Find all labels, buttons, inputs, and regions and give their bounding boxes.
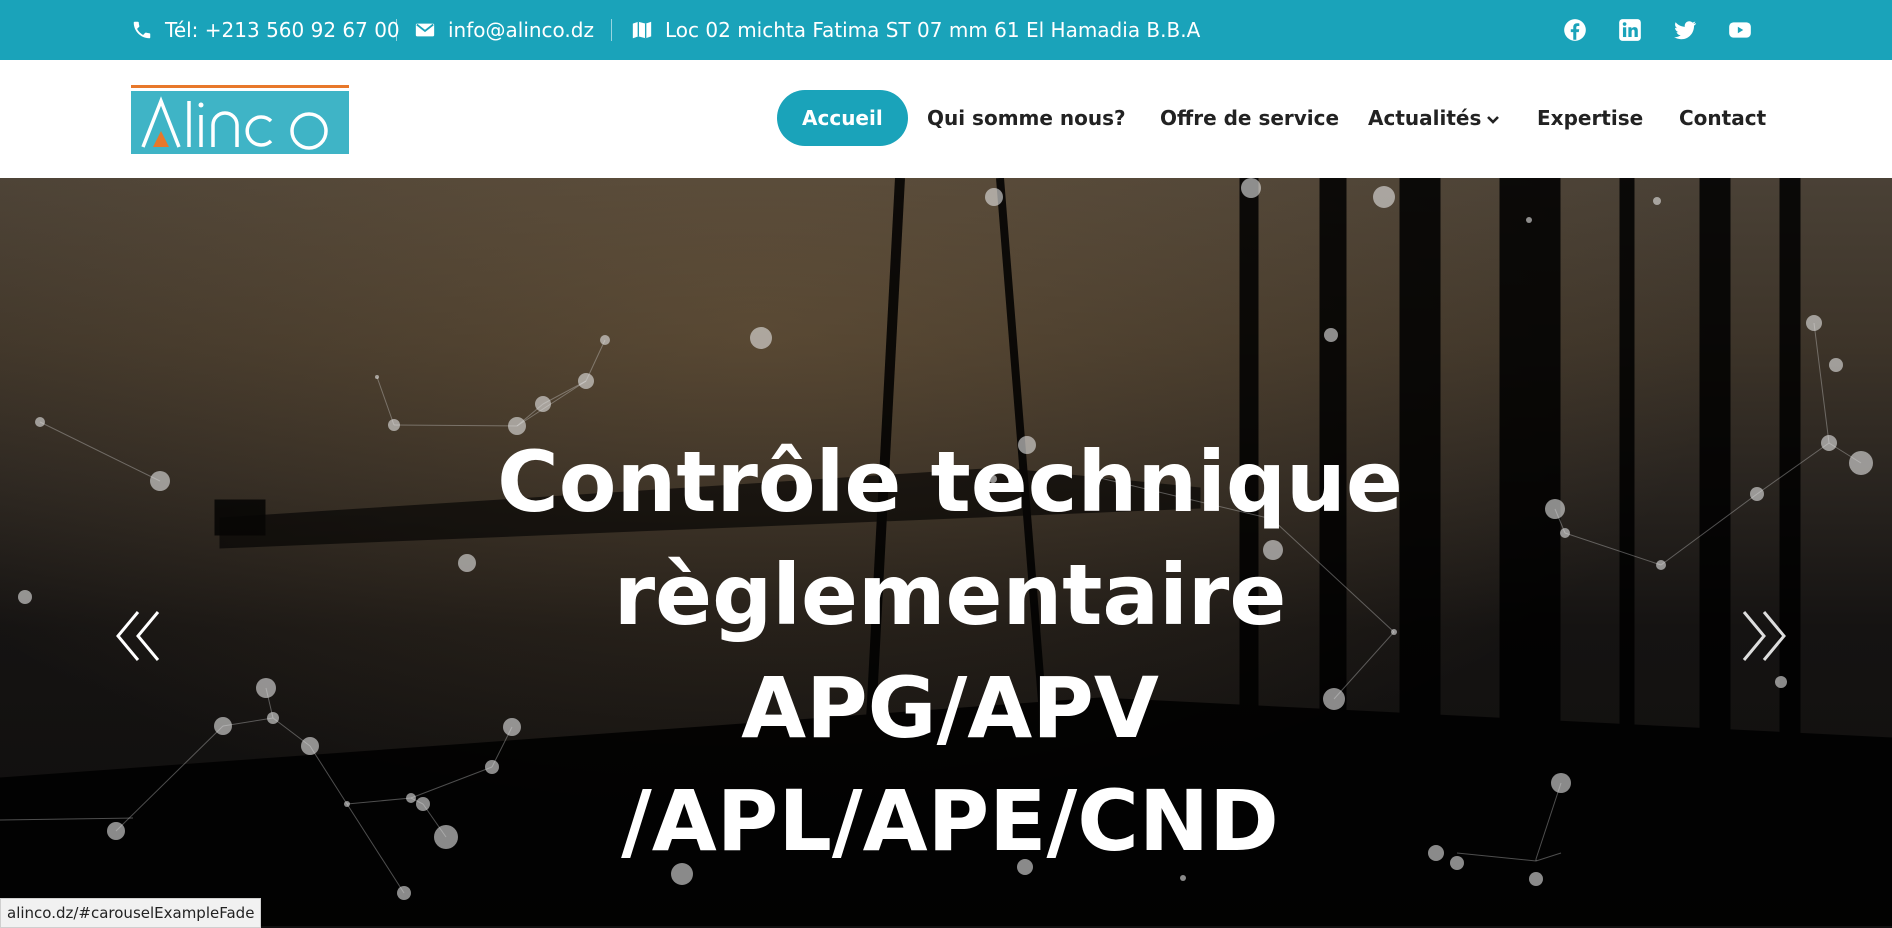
- address-contact: Loc 02 michta Fatima ST 07 mm 61 El Hama…: [631, 16, 1200, 44]
- phone-contact[interactable]: Tél: +213 560 92 67 00: [131, 16, 400, 44]
- hero-title-line: /APL/APE/CND: [621, 772, 1279, 870]
- hero-title-line: règlementaire: [613, 546, 1287, 644]
- hero-carousel: Contrôle technique règlementaire APG/APV…: [0, 178, 1892, 926]
- envelope-icon: [414, 19, 436, 41]
- address-text: Loc 02 michta Fatima ST 07 mm 61 El Hama…: [665, 18, 1201, 42]
- email-contact[interactable]: info@alinco.dz: [414, 16, 594, 44]
- youtube-icon[interactable]: [1727, 17, 1753, 43]
- nav-label: Actualités: [1368, 106, 1482, 130]
- map-icon: [631, 19, 653, 41]
- main-header: Accueil Qui somme nous? Offre de service…: [0, 60, 1892, 178]
- carousel-prev-button[interactable]: [114, 608, 166, 664]
- hero-title: Contrôle technique règlementaire APG/APV…: [420, 426, 1480, 878]
- chevrons-left-icon: [116, 611, 160, 661]
- site-logo[interactable]: [131, 85, 349, 154]
- hero-title-line: Contrôle technique: [497, 433, 1403, 531]
- nav-actualites[interactable]: Actualités: [1368, 90, 1500, 146]
- hero-title-line: APG/APV: [741, 659, 1159, 757]
- nav-label: Offre de service: [1160, 106, 1340, 130]
- chevron-down-icon: [1487, 106, 1500, 130]
- nav-offre-de-service[interactable]: Offre de service: [1160, 90, 1339, 146]
- divider: [396, 19, 397, 41]
- nav-label: Accueil: [802, 106, 883, 130]
- chevrons-right-icon: [1742, 611, 1786, 661]
- twitter-icon[interactable]: [1672, 17, 1698, 43]
- nav-qui-somme-nous[interactable]: Qui somme nous?: [927, 90, 1126, 146]
- phone-icon: [131, 19, 153, 41]
- email-text: info@alinco.dz: [448, 18, 594, 42]
- facebook-icon[interactable]: [1562, 17, 1588, 43]
- top-info-bar: Tél: +213 560 92 67 00 info@alinco.dz Lo…: [0, 0, 1892, 60]
- nav-contact[interactable]: Contact: [1679, 90, 1766, 146]
- nav-label: Expertise: [1537, 106, 1644, 130]
- phone-text: Tél: +213 560 92 67 00: [165, 18, 400, 42]
- divider: [611, 19, 612, 41]
- linkedin-icon[interactable]: [1617, 17, 1643, 43]
- carousel-next-button[interactable]: [1736, 608, 1788, 664]
- nav-expertise[interactable]: Expertise: [1537, 90, 1643, 146]
- nav-label: Qui somme nous?: [927, 106, 1126, 130]
- nav-label: Contact: [1679, 106, 1767, 130]
- browser-status-url: alinco.dz/#carouselExampleFade: [0, 898, 262, 928]
- nav-accueil[interactable]: Accueil: [777, 90, 908, 146]
